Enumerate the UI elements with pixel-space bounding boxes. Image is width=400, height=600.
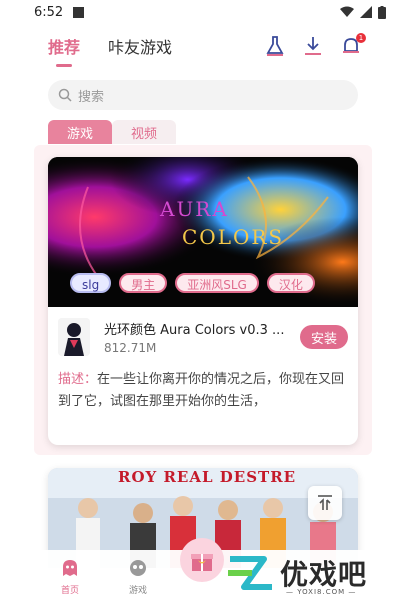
- category-tabs: 游戏 视频: [48, 120, 176, 144]
- watermark: 优戏吧 — YOXI8.COM —: [224, 548, 400, 598]
- tag-list: slg 男主 亚洲风SLG 汉化: [70, 273, 315, 293]
- clean-icon[interactable]: [264, 35, 286, 57]
- nav-home-label: 首页: [60, 586, 79, 596]
- search-placeholder: 搜索: [78, 89, 105, 105]
- app-description: 描述：在一些让你离开你的情况之后，你现在又回到了它，试图在那里开始你的生活，: [58, 369, 350, 413]
- watermark-logo-icon: [228, 556, 272, 590]
- wifi-icon: [340, 6, 354, 17]
- download-icon[interactable]: [302, 35, 324, 57]
- tag-item[interactable]: 男主: [119, 273, 168, 293]
- app-meta: 光环颜色 Aura Colors v0.3 ... 812.71M: [104, 319, 292, 355]
- tag-item[interactable]: 汉化: [266, 273, 315, 293]
- tab-recommend[interactable]: 推荐: [48, 34, 80, 67]
- battery-icon: [378, 5, 386, 19]
- top-nav: 推荐 咔友游戏 1: [0, 24, 400, 68]
- top-actions: 1: [264, 33, 366, 57]
- game-banner[interactable]: AURA COLORS slg 男主 亚洲风SLG 汉化: [48, 157, 358, 307]
- nav-home[interactable]: 首页: [48, 558, 92, 596]
- scroll-top-button[interactable]: [308, 486, 342, 520]
- gamepad-icon: [130, 560, 146, 576]
- status-time: 6:52: [34, 4, 64, 20]
- banner-title-line2: COLORS: [182, 225, 285, 249]
- notification-square-icon: [73, 6, 85, 18]
- bell-icon[interactable]: 1: [340, 33, 366, 57]
- app-size: 812.71M: [104, 341, 157, 355]
- app-title[interactable]: 光环颜色 Aura Colors v0.3 ...: [104, 319, 292, 338]
- gift-button[interactable]: [180, 538, 224, 582]
- search-icon: [58, 88, 72, 102]
- ghost-icon: [63, 560, 77, 576]
- game-card[interactable]: AURA COLORS slg 男主 亚洲风SLG 汉化 光环颜色 Aura C…: [48, 157, 358, 445]
- watermark-url: — YOXI8.COM —: [286, 588, 357, 596]
- app-icon[interactable]: [58, 318, 90, 356]
- tag-item[interactable]: slg: [70, 273, 112, 293]
- tag-item[interactable]: 亚洲风SLG: [175, 273, 259, 293]
- scroll-top-icon: [318, 495, 332, 510]
- tab-friend-games[interactable]: 咔友游戏: [108, 34, 172, 58]
- description-label: 描述：: [58, 372, 98, 387]
- status-icons: [340, 5, 386, 19]
- nav-games[interactable]: 游戏: [116, 558, 160, 596]
- card2-title: ROY REAL DESTRE: [118, 468, 297, 486]
- status-bar: 6:52: [0, 0, 400, 24]
- tab-videos[interactable]: 视频: [112, 120, 176, 144]
- app-info-row: 光环颜色 Aura Colors v0.3 ... 812.71M 安装: [58, 317, 348, 357]
- tab-games[interactable]: 游戏: [48, 120, 112, 144]
- nav-games-label: 游戏: [128, 586, 147, 596]
- watermark-brand: 优戏吧: [280, 558, 368, 591]
- search-input[interactable]: 搜索: [48, 80, 358, 110]
- banner-title-line1: AURA: [160, 197, 229, 221]
- gift-icon: [191, 554, 213, 571]
- description-text: 在一些让你离开你的情况之后，你现在又回到了它，试图在那里开始你的生活，: [58, 372, 345, 409]
- install-button[interactable]: 安装: [300, 325, 348, 349]
- notification-badge: 1: [356, 33, 366, 43]
- signal-icon: [360, 6, 372, 18]
